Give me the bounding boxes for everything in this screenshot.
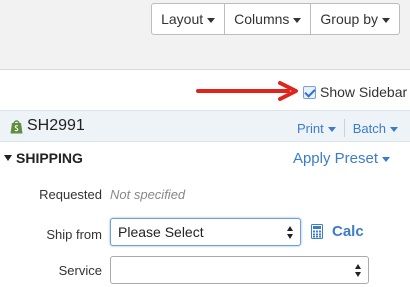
order-header-bar: SH2991 Print Batch <box>0 110 410 142</box>
divider <box>343 119 345 137</box>
group-by-dropdown-button[interactable]: Group by <box>311 4 399 34</box>
shopify-bag-icon <box>10 119 23 133</box>
caret-down-icon <box>382 17 390 23</box>
order-actions: Print Batch <box>297 119 398 137</box>
columns-label: Columns <box>234 11 290 27</box>
batch-label: Batch <box>352 120 386 136</box>
shipping-section-toggle[interactable]: SHIPPING <box>4 150 83 166</box>
caret-down-icon <box>390 126 398 132</box>
print-dropdown-button[interactable]: Print <box>297 121 336 136</box>
calc-label: Calc <box>332 223 364 240</box>
caret-down-icon <box>382 157 390 162</box>
layout-label: Layout <box>161 11 204 27</box>
collapse-triangle-icon <box>4 155 12 161</box>
view-options-button-group: Layout Columns Group by <box>151 3 400 35</box>
order-id-text: SH2991 <box>27 117 85 134</box>
apply-preset-label: Apply Preset <box>292 150 378 167</box>
calculator-icon <box>311 224 323 239</box>
show-sidebar-label: Show Sidebar <box>320 84 408 100</box>
top-toolbar: Layout Columns Group by <box>0 0 410 70</box>
ship-from-value: Please Select <box>118 224 204 240</box>
requested-label: Requested <box>39 187 102 202</box>
calc-button[interactable]: Calc <box>311 223 364 240</box>
caret-down-icon <box>327 126 336 132</box>
service-select[interactable] <box>110 256 369 284</box>
ship-from-label: Ship from <box>46 227 102 242</box>
select-arrows-icon <box>355 264 362 277</box>
ship-from-select[interactable]: Please Select <box>110 218 301 246</box>
print-label: Print <box>297 120 324 136</box>
show-sidebar-toggle[interactable]: Show Sidebar <box>303 84 407 100</box>
batch-dropdown-button[interactable]: Batch <box>353 121 398 136</box>
shipping-section-title: SHIPPING <box>16 150 83 166</box>
order-id: SH2991 <box>10 117 85 135</box>
caret-down-icon <box>293 17 302 23</box>
layout-dropdown-button[interactable]: Layout <box>152 4 226 34</box>
show-sidebar-checkbox[interactable] <box>303 85 316 99</box>
red-arrow-annotation <box>196 81 298 101</box>
service-label: Service <box>58 263 102 278</box>
select-arrows-icon <box>287 226 294 239</box>
requested-value: Not specified <box>110 187 186 202</box>
apply-preset-dropdown[interactable]: Apply Preset <box>293 150 390 167</box>
columns-dropdown-button[interactable]: Columns <box>225 4 312 34</box>
caret-down-icon <box>207 17 216 23</box>
group-by-label: Group by <box>320 11 378 27</box>
